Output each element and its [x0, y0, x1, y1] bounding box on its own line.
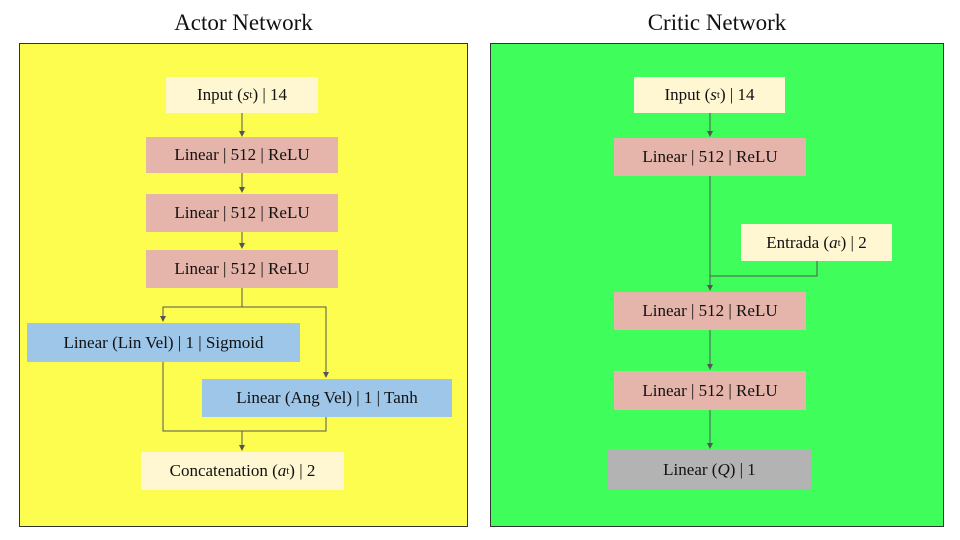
actor-input-prefix: Input (	[196, 85, 243, 104]
actor-ang-vel-label: Linear (Ang Vel) | 1 | Tanh	[236, 388, 418, 407]
critic-entrada-prefix: Entrada (	[766, 232, 830, 252]
actor-input-box: Input (s t) | 14	[166, 77, 318, 113]
critic-linear-1: Linear | 512 | ReLU	[614, 138, 806, 176]
actor-concat-prefix: Concatenation (	[169, 461, 278, 480]
critic-input-suffix: ) | 14	[719, 85, 755, 104]
actor-linear-3: Linear | 512 | ReLU	[146, 250, 338, 288]
actor-linear-1: Linear | 512 | ReLU	[146, 137, 338, 173]
actor-concat-var: a	[277, 461, 287, 480]
critic-linear-2-label: Linear | 512 | ReLU	[642, 301, 778, 320]
actor-linear-3-label: Linear | 512 | ReLU	[174, 259, 310, 278]
critic-output-suffix: ) | 1	[729, 459, 756, 479]
critic-action-input-box: Entrada (a t) | 2	[741, 224, 892, 261]
critic-output-var: Q	[717, 459, 730, 479]
critic-output-box: Linear (Q) | 1	[608, 450, 811, 489]
critic-output-prefix: Linear (	[663, 459, 718, 479]
actor-concat-suffix: ) | 2	[289, 461, 316, 480]
actor-concat-box: Concatenation (a t) | 2	[141, 452, 344, 490]
actor-linear-1-label: Linear | 512 | ReLU	[174, 145, 310, 164]
critic-input-prefix: Input (	[664, 85, 711, 104]
actor-linear-2: Linear | 512 | ReLU	[146, 194, 338, 232]
critic-input-box: Input (s t) | 14	[634, 77, 785, 113]
critic-linear-1-label: Linear | 512 | ReLU	[642, 147, 778, 166]
actor-title: Actor Network	[174, 10, 313, 35]
critic-entrada-suffix: ) | 2	[840, 232, 867, 252]
actor-input-suffix: ) | 14	[252, 85, 288, 104]
critic-linear-2: Linear | 512 | ReLU	[614, 292, 806, 330]
actor-input-var: s	[242, 85, 250, 104]
critic-title: Critic Network	[647, 10, 787, 35]
critic-linear-3-label: Linear | 512 | ReLU	[642, 380, 778, 400]
actor-lin-vel-head: Linear (Lin Vel) | 1 | Sigmoid	[27, 323, 300, 362]
actor-linear-2-label: Linear | 512 | ReLU	[174, 203, 310, 222]
critic-linear-3: Linear | 512 | ReLU	[614, 371, 806, 410]
critic-entrada-var: a	[829, 232, 838, 252]
actor-lin-vel-label: Linear (Lin Vel) | 1 | Sigmoid	[63, 332, 264, 352]
critic-input-var: s	[710, 85, 717, 104]
actor-ang-vel-head: Linear (Ang Vel) | 1 | Tanh	[202, 379, 452, 417]
